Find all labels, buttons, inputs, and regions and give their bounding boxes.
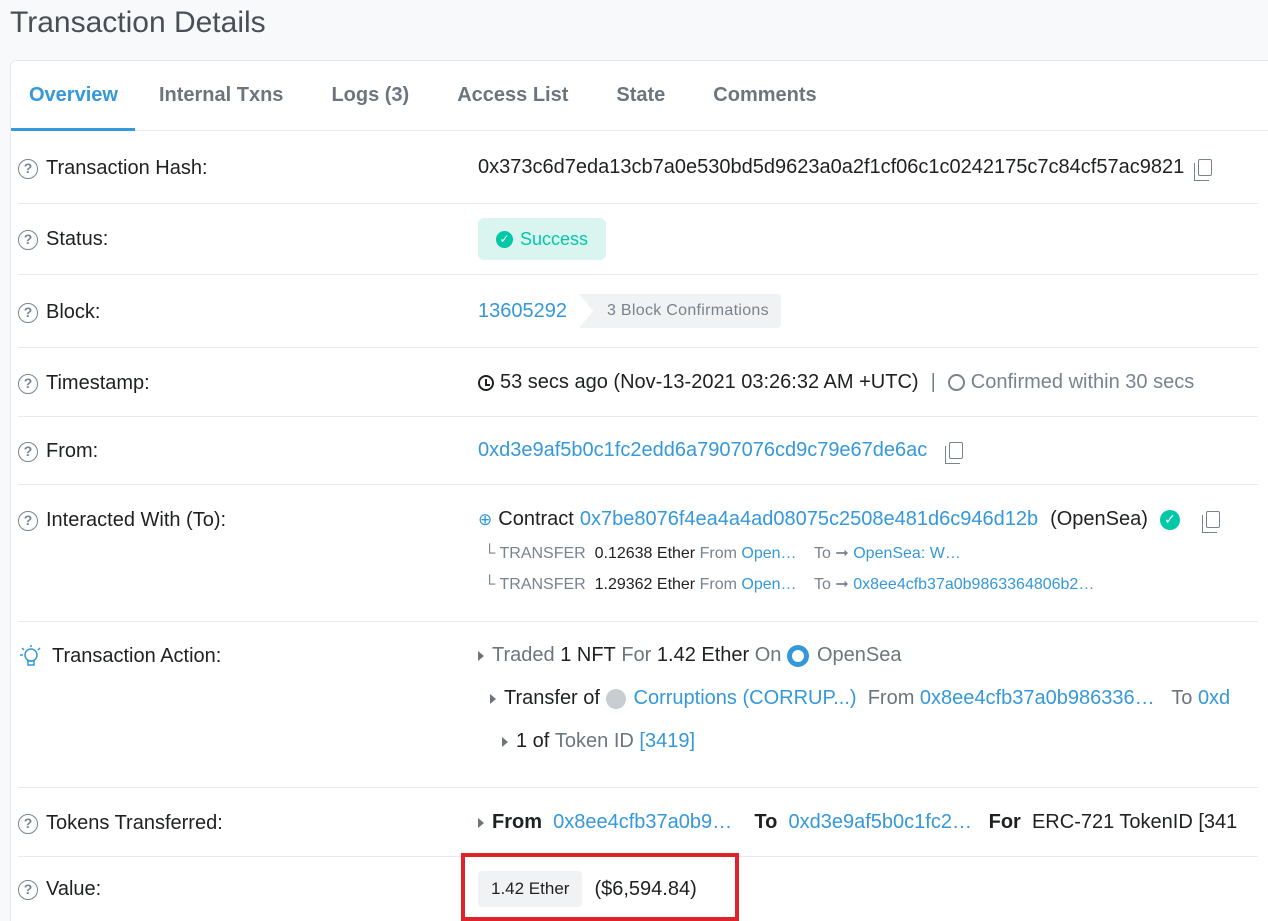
caret-right-icon [478, 817, 484, 828]
tokens-label: Tokens Transferred: [46, 812, 223, 834]
help-icon[interactable]: ? [18, 229, 38, 250]
stopwatch-icon [947, 374, 965, 391]
timestamp-value: 53 secs ago (Nov-13-2021 03:26:32 AM +UT… [500, 371, 919, 393]
tokens-to-label: To [754, 811, 778, 833]
help-icon[interactable]: ? [18, 510, 38, 531]
from-label: From: [46, 440, 99, 462]
interacted-label: Interacted With (To): [46, 509, 227, 531]
to-address-link[interactable]: 0xd [1198, 687, 1230, 710]
confirmed-within-text: Confirmed within 30 secs [970, 371, 1195, 393]
value-label: Value: [46, 878, 102, 900]
transfer-from-label: From [699, 545, 737, 562]
row-transaction-action: Transaction Action: Traded 1 NFT For 1.4… [18, 622, 1258, 788]
from-text: From [867, 687, 915, 709]
transfer-to-label: To ➞ [814, 545, 849, 562]
help-icon[interactable]: ? [18, 879, 38, 900]
copy-icon[interactable] [1201, 511, 1220, 533]
row-tokens-transferred: ? Tokens Transferred: From 0x8ee4cfb37a0… [18, 788, 1258, 857]
transfer-kind: └ TRANSFER [484, 576, 586, 593]
clock-icon [478, 374, 494, 391]
transfer-to-link[interactable]: 0x8ee4cfb37a0b9863364806b2… [853, 576, 1094, 593]
caret-right-icon [490, 693, 496, 704]
action-quantity: 1 NFT [560, 644, 616, 666]
token-id-label: Token ID [554, 730, 634, 752]
copy-icon[interactable] [945, 442, 964, 464]
action-for: For [621, 644, 652, 666]
from-address-link[interactable]: 0x8ee4cfb37a0b986336… [920, 687, 1155, 710]
transfer-from-link[interactable]: Open… [741, 576, 796, 593]
transfer-from-link[interactable]: Open… [741, 545, 796, 562]
token-icon [605, 688, 626, 709]
help-icon[interactable]: ? [18, 441, 38, 462]
contract-address-link[interactable]: 0x7be8076f4ea4a4ad08075c2508e481d6c946d1… [580, 508, 1038, 531]
transfer-kind: └ TRANSFER [484, 545, 586, 562]
tab-state[interactable]: State [592, 61, 689, 131]
action-line-1: Traded 1 NFT For 1.42 Ether On OpenSea [478, 644, 902, 667]
tokens-for-label: For [988, 811, 1021, 833]
help-icon[interactable]: ? [18, 302, 38, 323]
quantity-of: 1 of [516, 730, 550, 752]
row-from: ? From: 0xd3e9af5b0c1fc2edd6a7907076cd9c… [18, 417, 1258, 485]
copy-icon[interactable] [1194, 159, 1213, 181]
tokens-from-label: From [492, 811, 542, 833]
lightbulb-icon [20, 645, 41, 666]
row-block: ? Block: 13605292 3 Block Confirmations [18, 275, 1258, 348]
status-text: Success [520, 228, 589, 249]
internal-transfer-1: └ TRANSFER 0.12638 Ether From Open… To ➞… [484, 543, 961, 563]
transfer-to-link[interactable]: OpenSea: W… [853, 545, 961, 562]
status-label: Status: [46, 228, 109, 250]
transfer-amount: 1.29362 Ether [594, 576, 696, 593]
hash-label: Transaction Hash: [46, 157, 208, 179]
contract-name: (OpenSea) [1050, 508, 1148, 530]
help-icon[interactable]: ? [18, 373, 38, 394]
opensea-logo-icon [787, 644, 809, 667]
transfer-from-label: From [699, 576, 737, 593]
tab-bar: Overview Internal Txns Logs (3) Access L… [11, 61, 1268, 131]
action-line-3: 1 of Token ID [3419] [502, 730, 695, 753]
block-label: Block: [46, 301, 101, 323]
tokens-for-value: ERC-721 TokenID [341 [1031, 811, 1238, 833]
to-text: To [1171, 687, 1193, 709]
row-transaction-hash: ? Transaction Hash: 0x373c6d7eda13cb7a0e… [18, 130, 1258, 204]
check-circle-icon: ✓ [496, 230, 513, 248]
marketplace-name: OpenSea [817, 644, 902, 666]
hash-value: 0x373c6d7eda13cb7a0e530bd5d9623a0a2f1cf0… [478, 156, 1185, 178]
contract-prefix: Contract [498, 508, 574, 530]
caret-right-icon [502, 736, 508, 747]
transfer-to-label: To ➞ [814, 576, 849, 593]
magnifier-icon: ⊕ [478, 509, 493, 529]
transfer-of-text: Transfer of [504, 687, 600, 709]
caret-right-icon [478, 650, 484, 661]
tab-logs[interactable]: Logs (3) [307, 61, 433, 131]
help-icon[interactable]: ? [18, 813, 38, 834]
highlight-box [461, 853, 739, 921]
verified-icon: ✓ [1159, 509, 1180, 530]
row-timestamp: ? Timestamp: 53 secs ago (Nov-13-2021 03… [18, 348, 1258, 417]
block-number-link[interactable]: 13605292 [478, 300, 567, 323]
transfer-amount: 0.12638 Ether [594, 545, 696, 562]
page-title: Transaction Details [10, 6, 266, 39]
timestamp-label: Timestamp: [46, 372, 150, 394]
block-confirmations-badge: 3 Block Confirmations [578, 294, 781, 328]
tokens-from-link[interactable]: 0x8ee4cfb37a0b9… [553, 811, 732, 834]
action-line-2: Transfer of Corruptions (CORRUP...) From… [490, 687, 1230, 710]
row-interacted-with: ? Interacted With (To): ⊕ Contract 0x7be… [18, 485, 1258, 622]
help-icon[interactable]: ? [18, 158, 38, 179]
tokens-to-link[interactable]: 0xd3e9af5b0c1fc2… [788, 811, 971, 834]
action-price: 1.42 Ether [656, 644, 750, 666]
action-verb: Traded [492, 644, 555, 666]
tab-overview[interactable]: Overview [11, 61, 135, 131]
token-name-link[interactable]: Corruptions (CORRUP...) [634, 687, 857, 710]
internal-transfer-2: └ TRANSFER 1.29362 Ether From Open… To ➞… [484, 574, 1094, 594]
tab-internal-txns[interactable]: Internal Txns [135, 61, 307, 131]
tab-comments[interactable]: Comments [689, 61, 840, 131]
timestamp-separator: | [930, 371, 936, 393]
from-address-link[interactable]: 0xd3e9af5b0c1fc2edd6a7907076cd9c79e67de6… [478, 439, 927, 462]
action-on: On [754, 644, 782, 666]
row-status: ? Status: ✓ Success [18, 204, 1258, 275]
action-label: Transaction Action: [52, 644, 222, 667]
token-id-link[interactable]: [3419] [639, 730, 695, 753]
tab-access-list[interactable]: Access List [433, 61, 592, 131]
status-badge: ✓ Success [478, 218, 607, 260]
